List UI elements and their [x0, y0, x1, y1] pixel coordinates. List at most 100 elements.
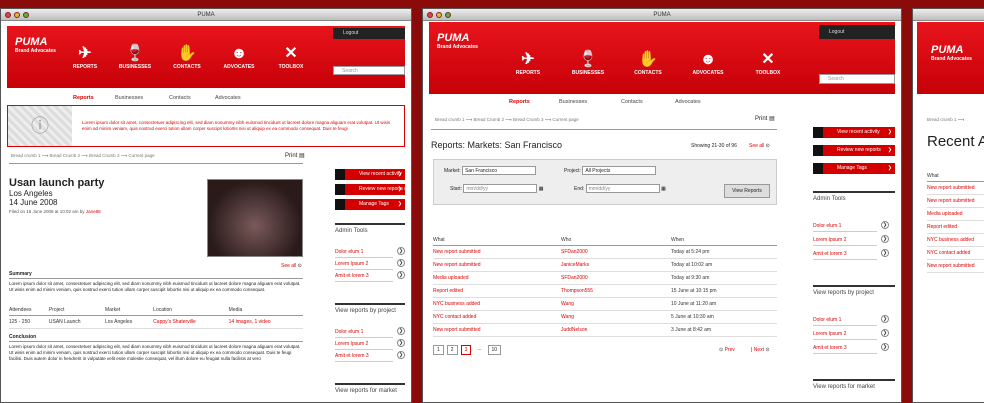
hand-icon: ✋ [177, 45, 197, 62]
start-date-input[interactable]: mm/dd/yy [463, 184, 538, 193]
nav-advocates[interactable]: ☻ ADVOCATES [219, 44, 259, 70]
filed-info: Filed on 16 June 2008 at 10:02 am by Jan… [9, 209, 101, 214]
nav-advocates[interactable]: ☻ ADVOCATES [683, 50, 733, 76]
page-ellipsis: ... [474, 345, 485, 355]
event-date: 14 June 2008 [9, 198, 58, 207]
admin-link-3[interactable]: Amit et lorem 3 ❯ [813, 249, 889, 260]
print-icon: ▤ [769, 116, 775, 122]
manage-tags-button[interactable]: Manage Tags [813, 163, 895, 174]
table-row[interactable]: Media uploaded [927, 207, 984, 221]
search-input[interactable]: Search [819, 74, 895, 84]
project-link-2[interactable]: Lorem Ipsum 2 ❯ [813, 329, 889, 340]
event-city: Los Angeles [9, 189, 53, 198]
table-row[interactable]: New report submitted [927, 259, 984, 273]
admin-tools-heading: Admin Tools [335, 223, 405, 234]
event-photo[interactable] [207, 179, 303, 257]
window-3: PUMA Brand Advocates Bread crumb 1 ⟶ Rece… [912, 8, 984, 403]
nav-reports[interactable]: ✈ REPORTS [503, 50, 553, 76]
reports-table: What Who When New report submitted SFDan200… [433, 235, 777, 337]
zoom-icon[interactable] [445, 12, 451, 18]
end-field: End: mm/dd/yy ▦ [574, 184, 666, 193]
nav-toolbox[interactable]: ✕ TOOLBOX [271, 44, 311, 70]
market-select[interactable]: San Francisco [462, 166, 537, 175]
project-select[interactable]: All Projects [582, 166, 657, 175]
event-table: Attendees Project Market Location Media 125 … [9, 305, 303, 329]
search-input[interactable]: Search [333, 66, 405, 75]
puma-logo[interactable]: PUMA Brand Advocates [437, 32, 478, 50]
summary-heading: Summary [9, 271, 303, 279]
satellite-icon: ✈ [521, 51, 535, 68]
author-link[interactable]: Jane88 [86, 209, 101, 214]
admin-link-1[interactable]: Dolor elum 1 ❯ [813, 221, 889, 232]
table-row: 125 - 250 USAN Launch Los Angeles Cappy's S… [9, 315, 303, 329]
breadcrumb: Bread crumb 1 ⟶ Bread Crumb 2 ⟶ Bread Cr… [435, 117, 579, 122]
project-link-2[interactable]: Lorem Ipsum 2 ❯ [335, 339, 405, 350]
nav-reports[interactable]: ✈ REPORTS [65, 44, 105, 70]
view-recent-activity-button[interactable]: View recent activity [335, 169, 405, 180]
puma-logo[interactable]: PUMA Brand Advocates [931, 44, 972, 62]
print-button[interactable]: Print ▤ [285, 152, 305, 159]
table-row[interactable]: New report submitted [927, 194, 984, 208]
project-link-1[interactable]: Dolor elum 1 ❯ [813, 315, 889, 326]
view-recent-activity-button[interactable]: View recent activity [813, 127, 895, 138]
nav-toolbox[interactable]: ✕ TOOLBOX [743, 50, 793, 76]
nav-contacts[interactable]: ✋ CONTACTS [623, 50, 673, 76]
filter-panel: Market: San Francisco Project: All Proje… [433, 159, 777, 205]
project-link-3[interactable]: Amit et lorem 3 ❯ [813, 343, 889, 354]
puma-logo[interactable]: PUMA Brand Advocates [15, 36, 56, 54]
table-row[interactable]: NYC contact added Wang 5 June at 10:30 am [433, 310, 777, 324]
window-1: PUMA PUMA Brand Advocates ✈ REPORTS 🍷 BUSIN… [0, 8, 412, 403]
alien-icon: ☻ [699, 51, 717, 68]
project-link-1[interactable]: Dolor elum 1 ❯ [335, 327, 405, 338]
table-row[interactable]: New report submitted JaniceMarks Today at … [433, 258, 777, 272]
content-divider [431, 129, 777, 130]
pagination: 1 2 3... 10 [433, 345, 502, 355]
table-row[interactable]: NYC contact added [927, 246, 984, 260]
nav-businesses[interactable]: 🍷 BUSINESSES [115, 44, 155, 70]
review-new-reports-button[interactable]: Review new reports (5) [335, 184, 405, 195]
table-row[interactable]: Report edited Thompson555 15 June at 10:15… [433, 284, 777, 298]
nav-businesses[interactable]: 🍷 BUSINESSES [563, 50, 613, 76]
wine-glass-icon: 🍷 [578, 51, 598, 68]
prev-link[interactable]: ⊙ Prev [719, 347, 735, 353]
calendar-icon[interactable]: ▦ [661, 186, 666, 192]
wine-glass-icon: 🍷 [125, 45, 145, 62]
view-reports-button[interactable]: View Reports [724, 184, 770, 198]
table-row[interactable]: New report submitted [927, 181, 984, 195]
minimize-icon[interactable] [436, 12, 442, 18]
next-link[interactable]: | Next ⊙ [751, 347, 770, 353]
end-date-input[interactable]: mm/dd/yy [585, 184, 660, 193]
table-row[interactable]: NYC business added [927, 233, 984, 247]
table-row[interactable]: New report submitted SFDan2000 Today at 5:… [433, 245, 777, 259]
project-link-3[interactable]: Amit et lorem 3 ❯ [335, 351, 405, 362]
see-all-link[interactable]: See all ⊙ [281, 263, 302, 269]
zoom-icon[interactable] [23, 12, 29, 18]
view-reports-market-heading: View reports for market [813, 379, 895, 390]
minimize-icon[interactable] [14, 12, 20, 18]
print-button[interactable]: Print ▤ [755, 115, 775, 122]
alien-icon: ☻ [230, 45, 248, 62]
table-row[interactable]: New report submitted JuddNelson 3 June at … [433, 323, 777, 337]
calendar-icon[interactable]: ▦ [539, 186, 544, 192]
page-10[interactable]: 10 [487, 345, 502, 355]
close-icon[interactable] [427, 12, 433, 18]
admin-link-3[interactable]: Amit et lorem 3 ❯ [335, 271, 405, 282]
view-reports-project-heading: View reports by project [813, 285, 895, 296]
table-row[interactable]: NYC business added Wang 10 June at 11:20 a… [433, 297, 777, 311]
page-3[interactable]: 3 [460, 345, 472, 355]
admin-link-2[interactable]: Lorem Ipsum 2 ❯ [813, 235, 889, 246]
admin-link-2[interactable]: Lorem Ipsum 2 ❯ [335, 259, 405, 270]
review-new-reports-button[interactable]: Review new reports [813, 145, 895, 156]
logout-button[interactable]: Logout [333, 28, 405, 39]
see-all-link[interactable]: See all ⊙ [749, 143, 770, 149]
admin-link-1[interactable]: Dolor elum 1 ❯ [335, 247, 405, 258]
logout-button[interactable]: Logout [819, 25, 895, 39]
table-row[interactable]: Report edited [927, 220, 984, 234]
table-row[interactable]: Media uploaded SFDan2000 Today at 9:30 am [433, 271, 777, 285]
manage-tags-button[interactable]: Manage Tags [335, 199, 405, 210]
page-1[interactable]: 1 [433, 345, 444, 355]
close-icon[interactable] [5, 12, 11, 18]
nav-contacts[interactable]: ✋ CONTACTS [167, 44, 207, 70]
window-2: PUMA PUMA Brand Advocates ✈ REPORTS 🍷 BUSIN… [422, 8, 902, 403]
page-2[interactable]: 2 [446, 345, 458, 355]
